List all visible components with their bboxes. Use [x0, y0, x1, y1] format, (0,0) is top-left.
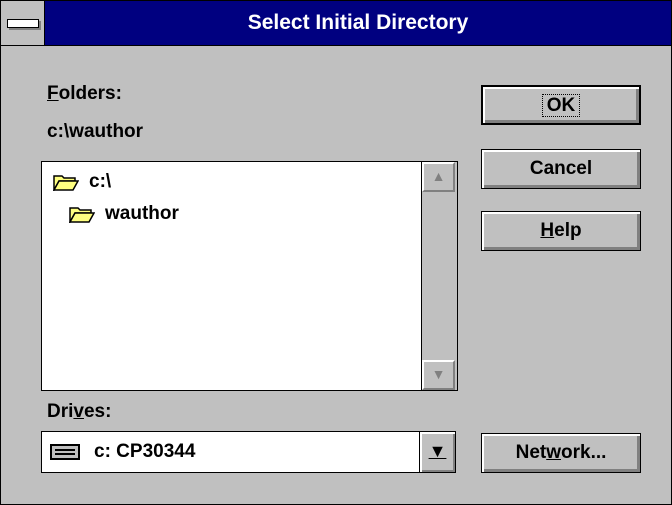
cancel-button[interactable]: Cancel — [481, 149, 641, 189]
drives-dropdown-button[interactable]: ▼ — [419, 432, 455, 472]
network-button[interactable]: Network... — [481, 433, 641, 473]
help-label: Help — [540, 220, 582, 241]
folders-listbox[interactable]: c:\ wauthor ▲ ▼ — [41, 161, 458, 391]
help-button[interactable]: Help — [481, 211, 641, 251]
network-label: Network... — [515, 442, 607, 463]
drives-combobox[interactable]: c: CP30344 ▼ — [41, 431, 456, 473]
drives-label: Drives: — [47, 401, 112, 422]
dropdown-arrow-icon: ▼ — [428, 441, 447, 461]
scroll-up-button[interactable]: ▲ — [422, 162, 455, 192]
folder-label: c:\ — [89, 171, 112, 192]
system-menu-button[interactable] — [1, 1, 45, 45]
open-folder-icon — [53, 175, 79, 191]
dialog-title: Select Initial Directory — [247, 11, 469, 34]
title-bar[interactable]: Select Initial Directory — [1, 1, 671, 46]
select-directory-dialog: Select Initial Directory Folders: c:\wau… — [0, 0, 672, 505]
cancel-label: Cancel — [529, 158, 593, 179]
arrow-down-icon: ▼ — [431, 366, 446, 382]
drives-selected: c: CP30344 — [94, 441, 196, 462]
drives-label-text: Dri — [47, 401, 74, 422]
drives-label-text-end: es: — [83, 401, 112, 422]
system-menu-icon — [7, 19, 39, 28]
open-folder-icon — [69, 207, 95, 223]
ok-button[interactable]: OK — [481, 85, 641, 125]
folders-label: Folders: — [47, 83, 122, 104]
folders-scrollbar[interactable]: ▲ ▼ — [421, 162, 457, 390]
ok-label: OK — [541, 94, 581, 117]
arrow-up-icon: ▲ — [431, 168, 446, 184]
scroll-down-button[interactable]: ▼ — [422, 360, 455, 390]
folder-label: wauthor — [105, 203, 179, 224]
current-path: c:\wauthor — [47, 121, 144, 142]
folders-list: c:\ wauthor — [43, 163, 421, 389]
folders-label-text: olders: — [58, 83, 122, 104]
hard-drive-icon — [50, 444, 80, 460]
